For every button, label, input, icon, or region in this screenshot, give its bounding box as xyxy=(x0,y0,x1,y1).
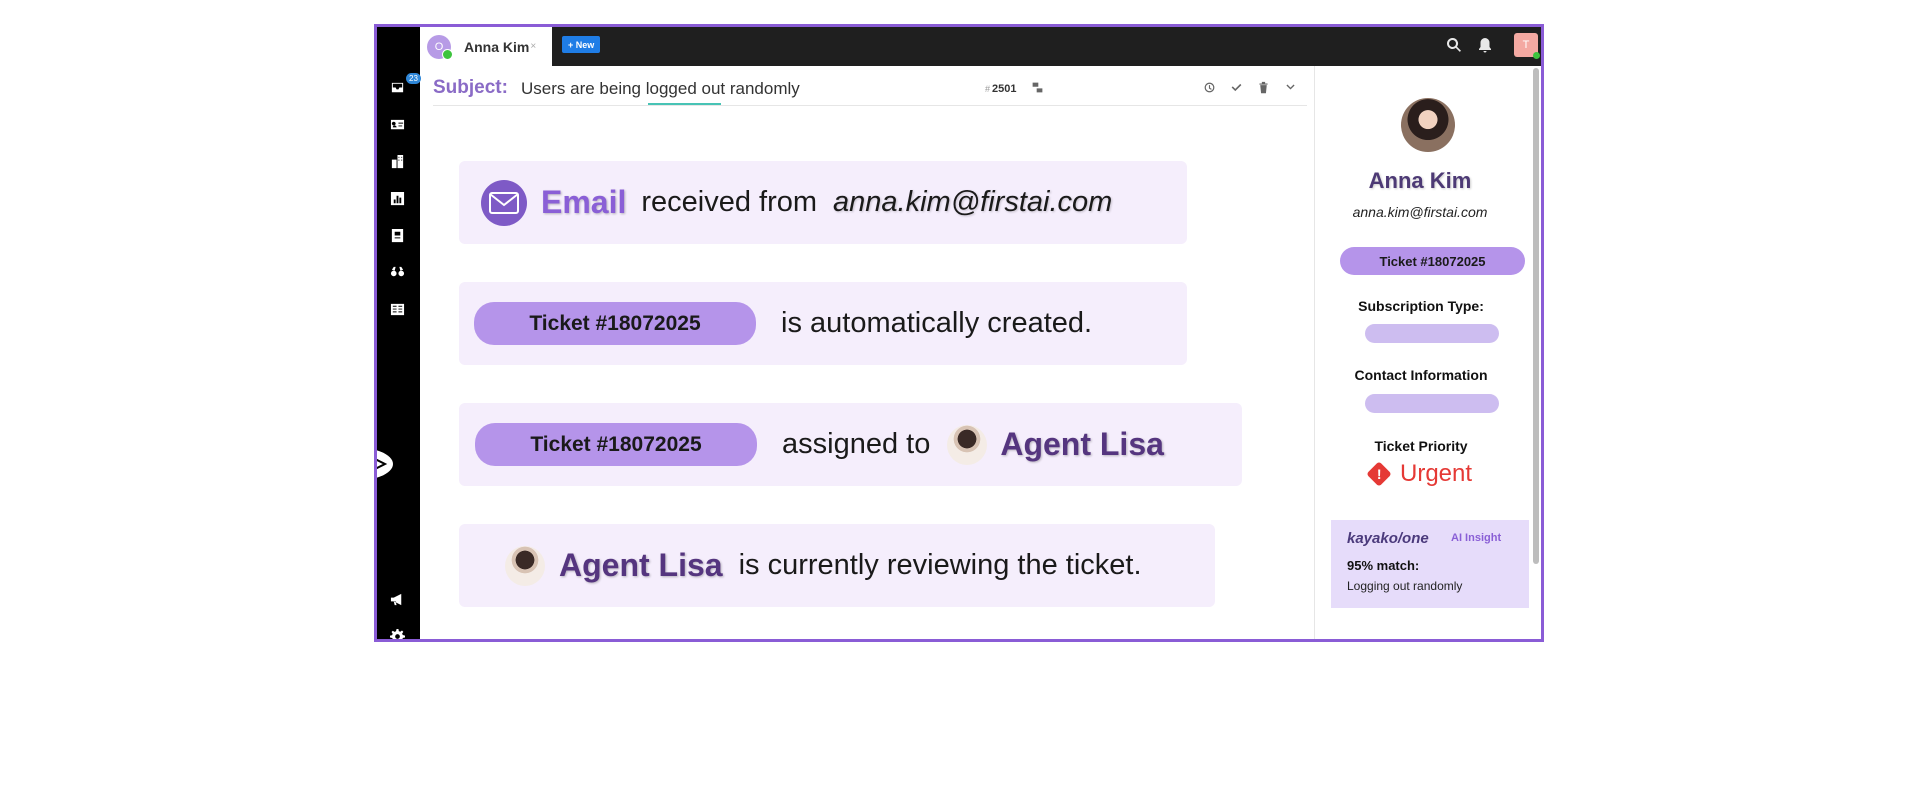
ticket-pill: Ticket #18072025 xyxy=(474,302,756,345)
tab-avatar: O xyxy=(427,34,453,60)
contact-label: Contact Information xyxy=(1354,367,1488,383)
subject-row: Subject: Users are being logged out rand… xyxy=(433,71,1307,106)
new-button[interactable]: + New xyxy=(562,36,601,53)
contact-placeholder-bar xyxy=(1365,394,1499,413)
subject-text[interactable]: Users are being logged out randomly xyxy=(521,79,800,99)
ticket-number: #2501 xyxy=(985,83,1017,95)
gear-icon[interactable] xyxy=(389,628,406,639)
megaphone-icon[interactable] xyxy=(389,591,406,608)
priority-text: Urgent xyxy=(1400,460,1473,487)
user-online-dot xyxy=(1533,52,1540,59)
user-avatar-initial: T xyxy=(1522,39,1530,51)
ticket-hash: # xyxy=(985,84,991,94)
top-bar: O Anna Kim × + New T xyxy=(420,27,1541,66)
match-percent: 95% match: xyxy=(1347,558,1420,573)
agent-avatar xyxy=(947,424,988,465)
ticket-assigned-card: Ticket #18072025 assigned to Agent Lisa xyxy=(459,403,1242,486)
ticket-pill: Ticket #18072025 xyxy=(1340,247,1525,275)
kayako-one-logo: kayako/one xyxy=(1347,530,1429,547)
customer-panel: Anna Kim anna.kim@firstai.com Ticket #18… xyxy=(1314,66,1541,639)
ticket-created-card: Ticket #18072025 is automatically create… xyxy=(459,282,1187,365)
ticket-number-value: 2501 xyxy=(992,83,1017,95)
book-icon[interactable] xyxy=(389,301,406,318)
envelope-icon xyxy=(481,179,527,226)
merge-icon[interactable] xyxy=(1031,81,1045,95)
insight-description: Logging out randomly xyxy=(1347,579,1463,593)
organizations-icon[interactable] xyxy=(389,153,406,170)
app-window: 23 O Anna Kim × + New T Subject: Users a… xyxy=(374,24,1544,642)
email-received-card: Email received from anna.kim@firstai.com xyxy=(459,161,1187,244)
knowledge-base-icon[interactable] xyxy=(389,227,406,244)
ai-insight-label: AI Insight xyxy=(1451,532,1502,544)
inbox-badge: 23 xyxy=(406,73,421,84)
check-icon[interactable] xyxy=(1230,81,1244,95)
received-from-text: received from xyxy=(641,186,818,218)
user-avatar[interactable]: T xyxy=(1514,33,1540,59)
agent-reviewing-card: Agent Lisa is currently reviewing the ti… xyxy=(459,524,1215,607)
customer-avatar xyxy=(1401,98,1455,152)
reports-icon[interactable] xyxy=(389,190,406,207)
reviewing-text: is currently reviewing the ticket. xyxy=(738,549,1142,581)
email-word: Email xyxy=(541,184,627,220)
customer-name: Anna Kim xyxy=(1368,168,1472,193)
agent-name: Agent Lisa xyxy=(1000,426,1164,462)
tab-anna-kim[interactable]: O Anna Kim × xyxy=(420,27,552,66)
priority-value: ! Urgent xyxy=(1366,460,1473,488)
subscription-label: Subscription Type: xyxy=(1358,298,1484,314)
monitor-icon[interactable] xyxy=(389,264,406,281)
assigned-to-text: assigned to xyxy=(782,428,931,460)
subject-label: Subject: xyxy=(433,77,508,98)
agent-avatar xyxy=(505,545,545,586)
online-status-dot xyxy=(442,48,453,60)
agent-name: Agent Lisa xyxy=(559,547,723,583)
tab-label: Anna Kim xyxy=(464,38,530,55)
ai-insight-box: kayako/one AI Insight 95% match: Logging… xyxy=(1331,520,1529,608)
ticket-pill: Ticket #18072025 xyxy=(475,423,757,466)
search-icon[interactable] xyxy=(1446,37,1464,55)
trash-icon[interactable] xyxy=(1257,81,1271,95)
subscription-placeholder-bar xyxy=(1365,324,1499,343)
timer-icon[interactable] xyxy=(1203,81,1217,95)
customer-email: anna.kim@firstai.com xyxy=(1352,204,1488,220)
warning-icon: ! xyxy=(1366,461,1392,487)
scrollbar[interactable] xyxy=(1533,68,1539,564)
priority-label: Ticket Priority xyxy=(1374,438,1468,454)
auto-created-text: is automatically created. xyxy=(781,307,1093,339)
spellcheck-underline xyxy=(648,103,721,105)
bell-icon[interactable] xyxy=(1477,37,1495,55)
chevron-down-icon[interactable] xyxy=(1284,81,1298,95)
tab-close-icon[interactable]: × xyxy=(530,41,536,52)
collapse-handle-icon[interactable] xyxy=(374,447,397,481)
inbox-icon[interactable]: 23 xyxy=(389,73,421,96)
contacts-icon[interactable] xyxy=(389,116,406,133)
sidebar: 23 xyxy=(377,27,421,639)
sender-email: anna.kim@firstai.com xyxy=(833,186,1113,218)
